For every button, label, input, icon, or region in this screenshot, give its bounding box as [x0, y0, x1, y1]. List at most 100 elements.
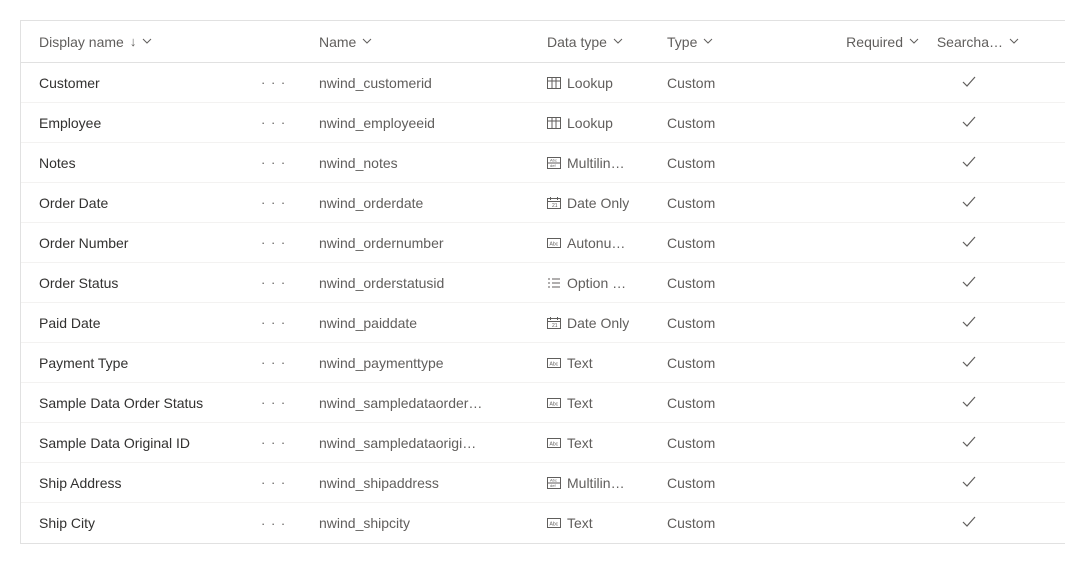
header-name[interactable]: Name [319, 34, 547, 50]
cell-data-type: Date Only [547, 315, 667, 331]
header-required[interactable]: Required [799, 34, 919, 50]
chevron-down-icon [909, 36, 919, 47]
cell-display-name[interactable]: Paid Date [39, 315, 261, 331]
data-type-text: Lookup [567, 115, 613, 131]
chevron-down-icon [142, 36, 152, 47]
chevron-down-icon [362, 36, 372, 47]
cell-type: Custom [667, 155, 799, 171]
fields-table: Display name ↓ Name Data type Type Requi… [20, 20, 1065, 544]
cell-type: Custom [667, 475, 799, 491]
cell-name: nwind_orderdate [319, 195, 547, 211]
display-name-text: Sample Data Order Status [39, 395, 203, 411]
cell-type: Custom [667, 355, 799, 371]
cell-searchable [919, 515, 1019, 531]
table-row[interactable]: Payment Type· · ·nwind_paymenttypeTextCu… [21, 343, 1065, 383]
header-label: Name [319, 34, 356, 50]
cell-display-name[interactable]: Order Number [39, 235, 261, 251]
table-row[interactable]: Order Status· · ·nwind_orderstatusidOpti… [21, 263, 1065, 303]
cell-name: nwind_paiddate [319, 315, 547, 331]
more-options-icon[interactable]: · · · [261, 435, 286, 450]
header-type[interactable]: Type [667, 34, 799, 50]
text-icon [547, 357, 561, 369]
text-icon [547, 437, 561, 449]
table-row[interactable]: Order Number· · ·nwind_ordernumberAutonu… [21, 223, 1065, 263]
cell-display-name[interactable]: Ship Address [39, 475, 261, 491]
more-options-icon[interactable]: · · · [261, 516, 286, 531]
type-text: Custom [667, 315, 715, 331]
type-text: Custom [667, 435, 715, 451]
cell-name: nwind_shipcity [319, 515, 547, 531]
header-label: Display name [39, 34, 124, 50]
table-row[interactable]: Order Date· · ·nwind_orderdateDate OnlyC… [21, 183, 1065, 223]
cell-more: · · · [261, 355, 319, 370]
lookup-icon [547, 77, 561, 89]
table-row[interactable]: Notes· · ·nwind_notesMultilin…Custom [21, 143, 1065, 183]
cell-display-name[interactable]: Order Status [39, 275, 261, 291]
name-text: nwind_orderstatusid [319, 275, 444, 291]
more-options-icon[interactable]: · · · [261, 155, 286, 170]
type-text: Custom [667, 395, 715, 411]
text-icon [547, 397, 561, 409]
cell-more: · · · [261, 395, 319, 410]
check-icon [961, 475, 977, 491]
cell-type: Custom [667, 275, 799, 291]
more-options-icon[interactable]: · · · [261, 355, 286, 370]
more-options-icon[interactable]: · · · [261, 75, 286, 90]
more-options-icon[interactable]: · · · [261, 275, 286, 290]
cell-display-name[interactable]: Notes [39, 155, 261, 171]
name-text: nwind_ordernumber [319, 235, 444, 251]
header-display-name[interactable]: Display name ↓ [39, 34, 261, 50]
check-icon [961, 315, 977, 331]
cell-display-name[interactable]: Order Date [39, 195, 261, 211]
display-name-text: Ship City [39, 515, 95, 531]
cell-more: · · · [261, 195, 319, 210]
cell-searchable [919, 235, 1019, 251]
cell-display-name[interactable]: Employee [39, 115, 261, 131]
header-data-type[interactable]: Data type [547, 34, 667, 50]
cell-searchable [919, 475, 1019, 491]
cell-type: Custom [667, 515, 799, 531]
cell-display-name[interactable]: Payment Type [39, 355, 261, 371]
header-searchable[interactable]: Searcha… [919, 34, 1019, 50]
more-options-icon[interactable]: · · · [261, 395, 286, 410]
cell-type: Custom [667, 115, 799, 131]
check-icon [961, 395, 977, 411]
more-options-icon[interactable]: · · · [261, 195, 286, 210]
cell-more: · · · [261, 155, 319, 170]
table-row[interactable]: Sample Data Original ID· · · nwind_sample… [21, 423, 1065, 463]
type-text: Custom [667, 115, 715, 131]
cell-display-name[interactable]: Customer [39, 75, 261, 91]
display-name-text: Order Status [39, 275, 118, 291]
type-text: Custom [667, 275, 715, 291]
cell-display-name[interactable]: Sample Data Order Status [39, 395, 261, 411]
cell-more: · · · [261, 475, 319, 490]
more-options-icon[interactable]: · · · [261, 315, 286, 330]
check-icon [961, 115, 977, 131]
name-text: nwind_notes [319, 155, 398, 171]
table-row[interactable]: Ship Address· · ·nwind_shipaddressMultil… [21, 463, 1065, 503]
more-options-icon[interactable]: · · · [261, 235, 286, 250]
data-type-text: Multilin… [567, 475, 625, 491]
table-row[interactable]: Customer· · ·nwind_customeridLookupCusto… [21, 63, 1065, 103]
cell-display-name[interactable]: Sample Data Original ID [39, 435, 261, 451]
table-row[interactable]: Ship City· · ·nwind_shipcityTextCustom [21, 503, 1065, 543]
date-icon [547, 197, 561, 209]
cell-type: Custom [667, 195, 799, 211]
table-row[interactable]: Employee· · ·nwind_employeeidLookupCusto… [21, 103, 1065, 143]
more-options-icon[interactable]: · · · [261, 115, 286, 130]
text-icon [547, 237, 561, 249]
table-row[interactable]: Sample Data Order Status · · · nwind_sampl… [21, 383, 1065, 423]
name-text: nwind_sampledataorder… [319, 395, 482, 411]
cell-more: · · · [261, 75, 319, 90]
cell-display-name[interactable]: Ship City [39, 515, 261, 531]
type-text: Custom [667, 75, 715, 91]
more-options-icon[interactable]: · · · [261, 475, 286, 490]
cell-data-type: Lookup [547, 75, 667, 91]
check-icon [961, 155, 977, 171]
chevron-down-icon [613, 36, 623, 47]
cell-type: Custom [667, 435, 799, 451]
cell-name: nwind_sampledataorigi… [319, 435, 547, 451]
table-row[interactable]: Paid Date· · · nwind_paiddateDate OnlyCus… [21, 303, 1065, 343]
multiline-icon [547, 477, 561, 489]
cell-type: Custom [667, 235, 799, 251]
